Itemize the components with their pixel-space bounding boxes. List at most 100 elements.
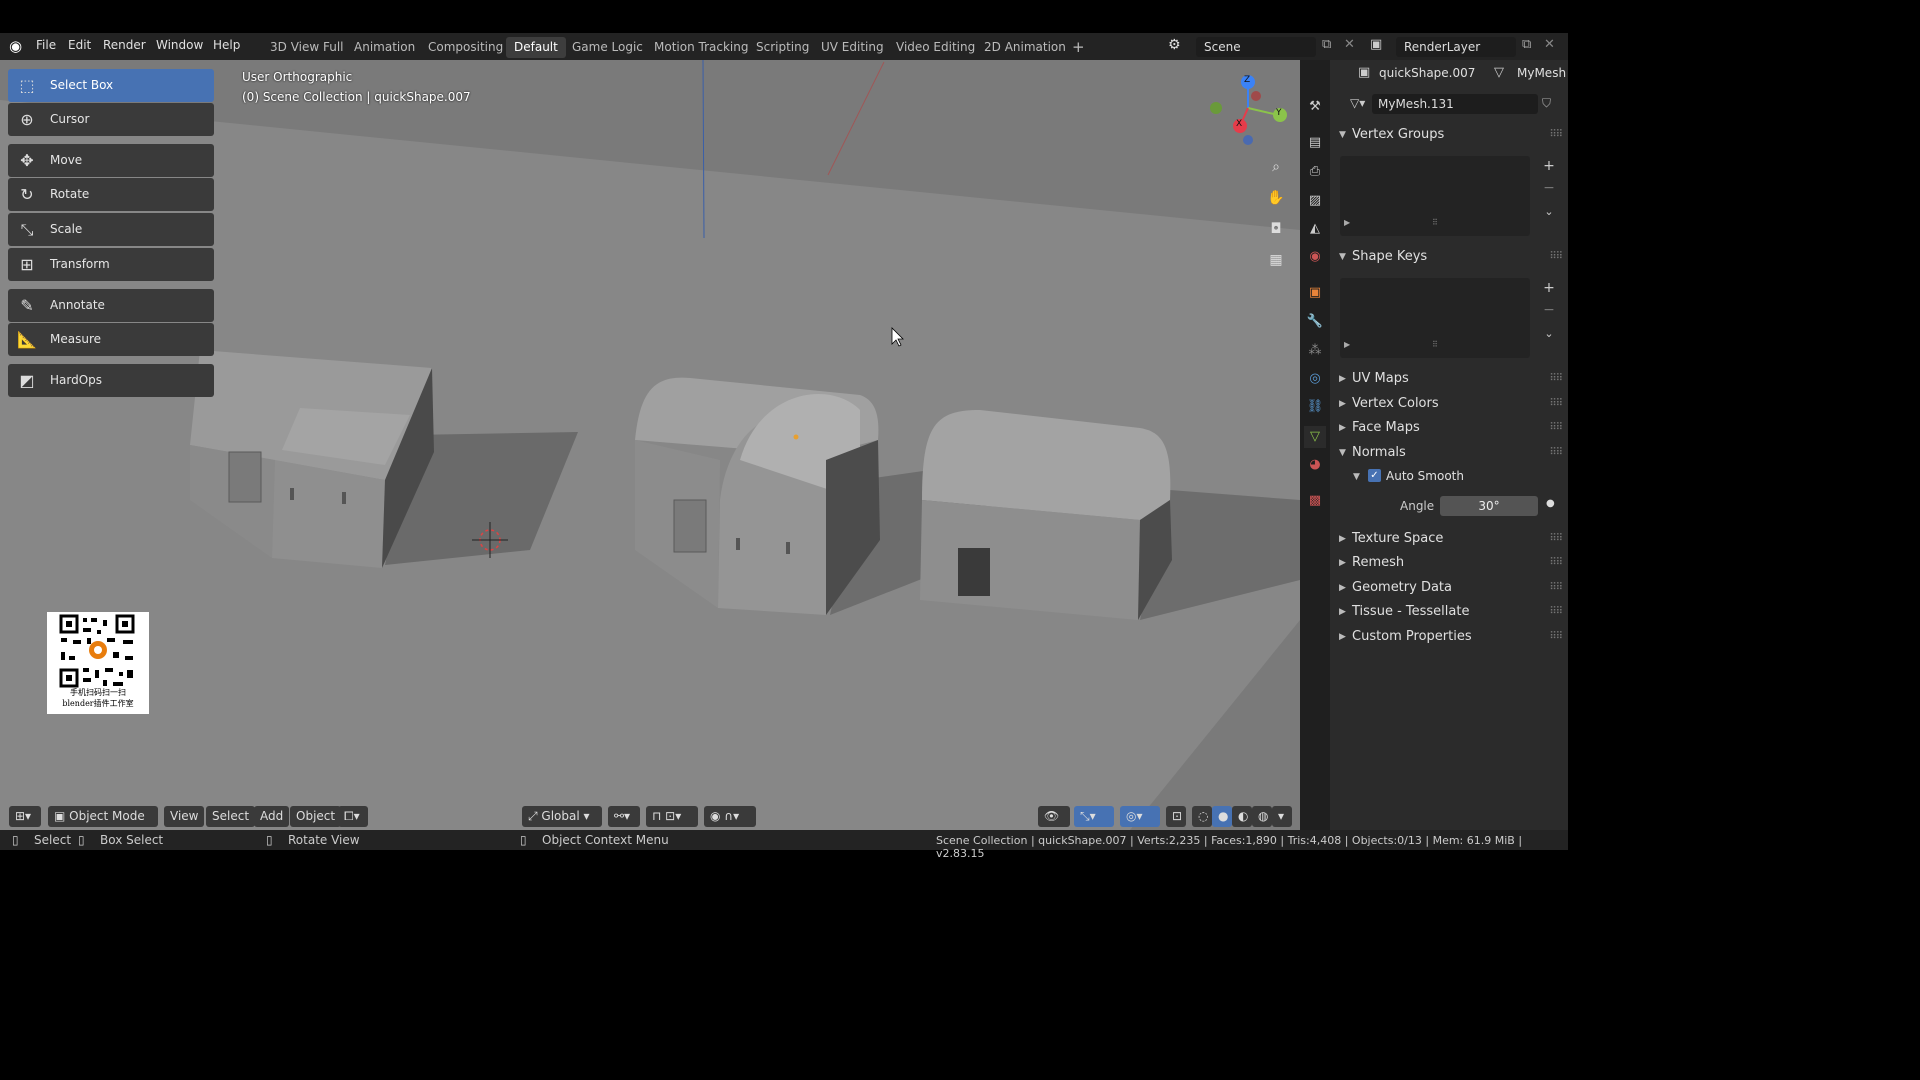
drag-grip-icon[interactable]: ⠿⠿ [1549, 582, 1563, 593]
vertex-groups-list[interactable]: ▶ ⠿ [1340, 156, 1530, 236]
world-tab-icon[interactable]: ◉ [1304, 246, 1326, 268]
tool-scale[interactable]: ⤡ Scale [8, 213, 214, 246]
wireframe-shading[interactable]: ◌ [1192, 806, 1212, 827]
menu-edit[interactable]: Edit [68, 38, 91, 52]
menu-help[interactable]: Help [213, 38, 240, 52]
tool-annotate[interactable]: ✎ Annotate [8, 289, 214, 322]
list-expand-icon[interactable]: ▶ [1344, 340, 1350, 349]
add-workspace-button[interactable]: + [1064, 37, 1093, 58]
overlays-toggle[interactable]: ◎▾ [1120, 806, 1160, 827]
mode-dropdown[interactable]: ▣ Object Mode ▾ [48, 806, 158, 844]
view-layer-icon[interactable]: ▣ [1370, 37, 1382, 52]
shape-keys-arrow-icon[interactable]: ▼ [1339, 252, 1346, 262]
object-menu[interactable]: Object [290, 806, 342, 827]
list-expand-icon[interactable]: ▶ [1344, 218, 1350, 227]
new-scene-icon[interactable]: ⧉ [1322, 37, 1331, 52]
drag-grip-icon[interactable]: ⠿⠿ [1549, 533, 1563, 544]
add-shape-key-button[interactable]: + [1539, 278, 1559, 298]
drag-grip-icon[interactable]: ⠿⠿ [1549, 631, 1563, 642]
collection-visibility-button[interactable]: ⧠▾ [338, 806, 368, 827]
close-scene-icon[interactable]: ✕ [1344, 37, 1355, 52]
tissue-header[interactable]: Tissue - Tessellate [1352, 604, 1469, 619]
face-maps-arrow-icon[interactable]: ▶ [1339, 423, 1346, 433]
list-resize-grip-icon[interactable]: ⠿ [1432, 218, 1438, 227]
drag-grip-icon[interactable]: ⠿⠿ [1549, 557, 1563, 568]
tab-scripting[interactable]: Scripting [748, 37, 817, 58]
new-view-layer-icon[interactable]: ⧉ [1522, 37, 1531, 52]
tab-video-editing[interactable]: Video Editing [888, 37, 983, 58]
material-shading[interactable]: ◐ [1232, 806, 1252, 827]
add-menu[interactable]: Add [254, 806, 290, 827]
constraints-tab-icon[interactable]: ⛓ [1304, 396, 1326, 418]
custom-props-header[interactable]: Custom Properties [1352, 629, 1472, 644]
keyframe-dot-icon[interactable]: ● [1546, 498, 1555, 509]
vertex-group-specials-icon[interactable]: ⌄ [1539, 202, 1559, 222]
add-vertex-group-button[interactable]: + [1539, 156, 1559, 176]
tab-2d-animation[interactable]: 2D Animation [976, 37, 1074, 58]
close-view-layer-icon[interactable]: ✕ [1544, 37, 1555, 52]
angle-field[interactable]: 30° [1440, 496, 1538, 516]
particles-tab-icon[interactable]: ⁂ [1304, 340, 1326, 362]
drag-grip-icon[interactable]: ⠿⠿ [1549, 447, 1563, 458]
tab-motion-tracking[interactable]: Motion Tracking [646, 37, 756, 58]
texture-space-arrow-icon[interactable]: ▶ [1339, 534, 1346, 544]
tab-compositing[interactable]: Compositing [420, 37, 511, 58]
vertex-groups-arrow-icon[interactable]: ▼ [1339, 130, 1346, 140]
xray-toggle[interactable]: ⊡ [1166, 806, 1186, 827]
tool-rotate[interactable]: ↻ Rotate [8, 178, 214, 211]
tool-measure[interactable]: 📐 Measure [8, 323, 214, 356]
menu-file[interactable]: File [36, 38, 56, 52]
pan-hand-icon[interactable]: ✋ [1264, 186, 1288, 210]
tool-cursor[interactable]: ⊕ Cursor [8, 103, 214, 136]
view-menu[interactable]: View [164, 806, 205, 827]
menu-window[interactable]: Window [156, 38, 203, 52]
drag-grip-icon[interactable]: ⠿⠿ [1549, 251, 1563, 262]
mesh-data-tab-icon[interactable]: ▽ [1304, 426, 1326, 448]
tool-select-box[interactable]: ⬚ Select Box [8, 69, 214, 102]
mesh-datablock-field[interactable]: MyMesh.131 [1372, 94, 1538, 114]
auto-smooth-checkbox[interactable]: ✓ [1368, 469, 1381, 482]
snap-dropdown[interactable]: ⊓ ⊡▾ [646, 806, 698, 827]
texture-tab-icon[interactable]: ▩ [1304, 490, 1326, 512]
tab-default[interactable]: Default [506, 37, 566, 58]
camera-icon[interactable]: ◘ [1264, 217, 1288, 241]
texture-space-header[interactable]: Texture Space [1352, 531, 1443, 546]
drag-grip-icon[interactable]: ⠿⠿ [1549, 373, 1563, 384]
fake-user-shield-icon[interactable]: ⛉ [1542, 96, 1551, 111]
list-resize-grip-icon[interactable]: ⠿ [1432, 340, 1438, 349]
3d-viewport[interactable]: Z Y X User Orthographic (0) Scene Collec… [0, 60, 1300, 830]
shape-key-specials-icon[interactable]: ⌄ [1539, 324, 1559, 344]
menu-render[interactable]: Render [103, 38, 146, 52]
output-tab-icon[interactable]: ⎙ [1304, 161, 1326, 183]
remove-vertex-group-button[interactable]: − [1539, 178, 1559, 198]
geometry-data-arrow-icon[interactable]: ▶ [1339, 583, 1346, 593]
proportional-editing-button[interactable]: ◉ ∩▾ [704, 806, 756, 827]
tool-hardops[interactable]: ◩ HardOps [8, 364, 214, 397]
uv-maps-arrow-icon[interactable]: ▶ [1339, 374, 1346, 384]
shape-keys-list[interactable]: ▶ ⠿ [1340, 278, 1530, 358]
remesh-arrow-icon[interactable]: ▶ [1339, 558, 1346, 568]
grid-icon[interactable]: ▦ [1264, 248, 1288, 272]
vertex-colors-arrow-icon[interactable]: ▶ [1339, 399, 1346, 409]
face-maps-header[interactable]: Face Maps [1352, 420, 1420, 435]
normals-header[interactable]: Normals [1352, 445, 1406, 460]
gizmo-toggle[interactable]: ⤡▾ [1074, 806, 1114, 827]
select-menu[interactable]: Select [206, 806, 256, 827]
mesh-browse-icon[interactable]: ▽▾ [1350, 96, 1365, 110]
drag-grip-icon[interactable]: ⠿⠿ [1549, 422, 1563, 433]
scene-name-field[interactable]: Scene [1196, 37, 1316, 57]
vertex-groups-header[interactable]: Vertex Groups [1352, 127, 1444, 142]
scene-browse-icon[interactable]: ⚙ [1168, 37, 1181, 53]
auto-smooth-arrow-icon[interactable]: ▼ [1353, 472, 1360, 482]
editor-type-button[interactable]: ⊞▾ [9, 806, 41, 827]
custom-props-arrow-icon[interactable]: ▶ [1339, 632, 1346, 642]
tab-3d-view-full[interactable]: 3D View Full [262, 37, 352, 58]
drag-grip-icon[interactable]: ⠿⠿ [1549, 606, 1563, 617]
drag-grip-icon[interactable]: ⠿⠿ [1549, 398, 1563, 409]
drag-grip-icon[interactable]: ⠿⠿ [1549, 129, 1563, 140]
tool-tab-icon[interactable]: ⚒ [1304, 96, 1326, 118]
tool-transform[interactable]: ⊞ Transform [8, 248, 214, 281]
tool-move[interactable]: ✥ Move [8, 144, 214, 177]
gizmo-neg-x-ball[interactable] [1251, 91, 1261, 101]
tab-uv-editing[interactable]: UV Editing [813, 37, 892, 58]
